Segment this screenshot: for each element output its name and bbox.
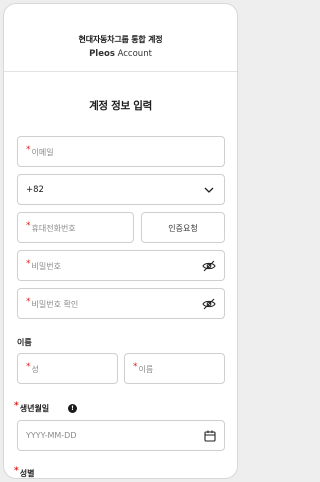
required-mark: * bbox=[26, 221, 31, 231]
brand-title: 현대자동차그룹 통합 계정 bbox=[78, 35, 163, 44]
info-icon[interactable]: ! bbox=[68, 404, 77, 413]
phone-field[interactable]: *휴대전화번호 bbox=[17, 212, 134, 243]
required-mark: * bbox=[133, 362, 138, 372]
brand-subtitle-pleos: Pleos bbox=[89, 49, 115, 59]
verify-request-label: 인증요청 bbox=[168, 224, 198, 233]
last-name-placeholder: *성 bbox=[26, 362, 39, 374]
birth-date-field[interactable]: YYYY-MM-DD bbox=[17, 420, 225, 451]
phone-frame: 현대자동차그룹 통합 계정 Pleos Account 계정 정보 입력 *이메… bbox=[3, 3, 238, 479]
required-mark: * bbox=[26, 259, 31, 269]
required-mark: * bbox=[26, 297, 31, 307]
country-code-value: +82 bbox=[26, 185, 44, 195]
first-name-placeholder: *이름 bbox=[133, 362, 154, 374]
password-placeholder: *비밀번호 bbox=[26, 259, 61, 271]
password-confirm-field[interactable]: *비밀번호 확인 bbox=[17, 288, 225, 319]
last-name-field[interactable]: *성 bbox=[17, 353, 118, 384]
chevron-down-icon bbox=[204, 187, 214, 193]
name-section-label: 이름 bbox=[17, 338, 32, 347]
calendar-icon[interactable] bbox=[204, 430, 216, 442]
required-mark: * bbox=[26, 145, 31, 155]
email-placeholder: *이메일 bbox=[26, 145, 54, 157]
verify-request-button[interactable]: 인증요청 bbox=[141, 212, 225, 243]
country-code-select[interactable]: +82 bbox=[17, 174, 225, 205]
first-name-field[interactable]: *이름 bbox=[124, 353, 225, 384]
birth-date-placeholder: YYYY-MM-DD bbox=[26, 431, 77, 440]
birth-section-label: *생년월일 bbox=[14, 401, 50, 413]
required-mark: * bbox=[14, 401, 19, 411]
brand-subtitle: Pleos Account bbox=[4, 49, 237, 59]
phone-placeholder: *휴대전화번호 bbox=[26, 221, 76, 233]
password-confirm-placeholder: *비밀번호 확인 bbox=[26, 297, 79, 309]
required-mark: * bbox=[26, 362, 31, 372]
password-field[interactable]: *비밀번호 bbox=[17, 250, 225, 281]
header: 현대자동차그룹 통합 계정 Pleos Account bbox=[4, 4, 237, 72]
gender-section-label: *성별 bbox=[14, 466, 35, 478]
eye-off-icon[interactable] bbox=[202, 298, 216, 310]
page-title: 계정 정보 입력 bbox=[89, 100, 152, 112]
brand-subtitle-account: Account bbox=[114, 49, 152, 59]
eye-off-icon[interactable] bbox=[202, 260, 216, 272]
required-mark: * bbox=[14, 466, 19, 476]
email-field[interactable]: *이메일 bbox=[17, 136, 225, 167]
